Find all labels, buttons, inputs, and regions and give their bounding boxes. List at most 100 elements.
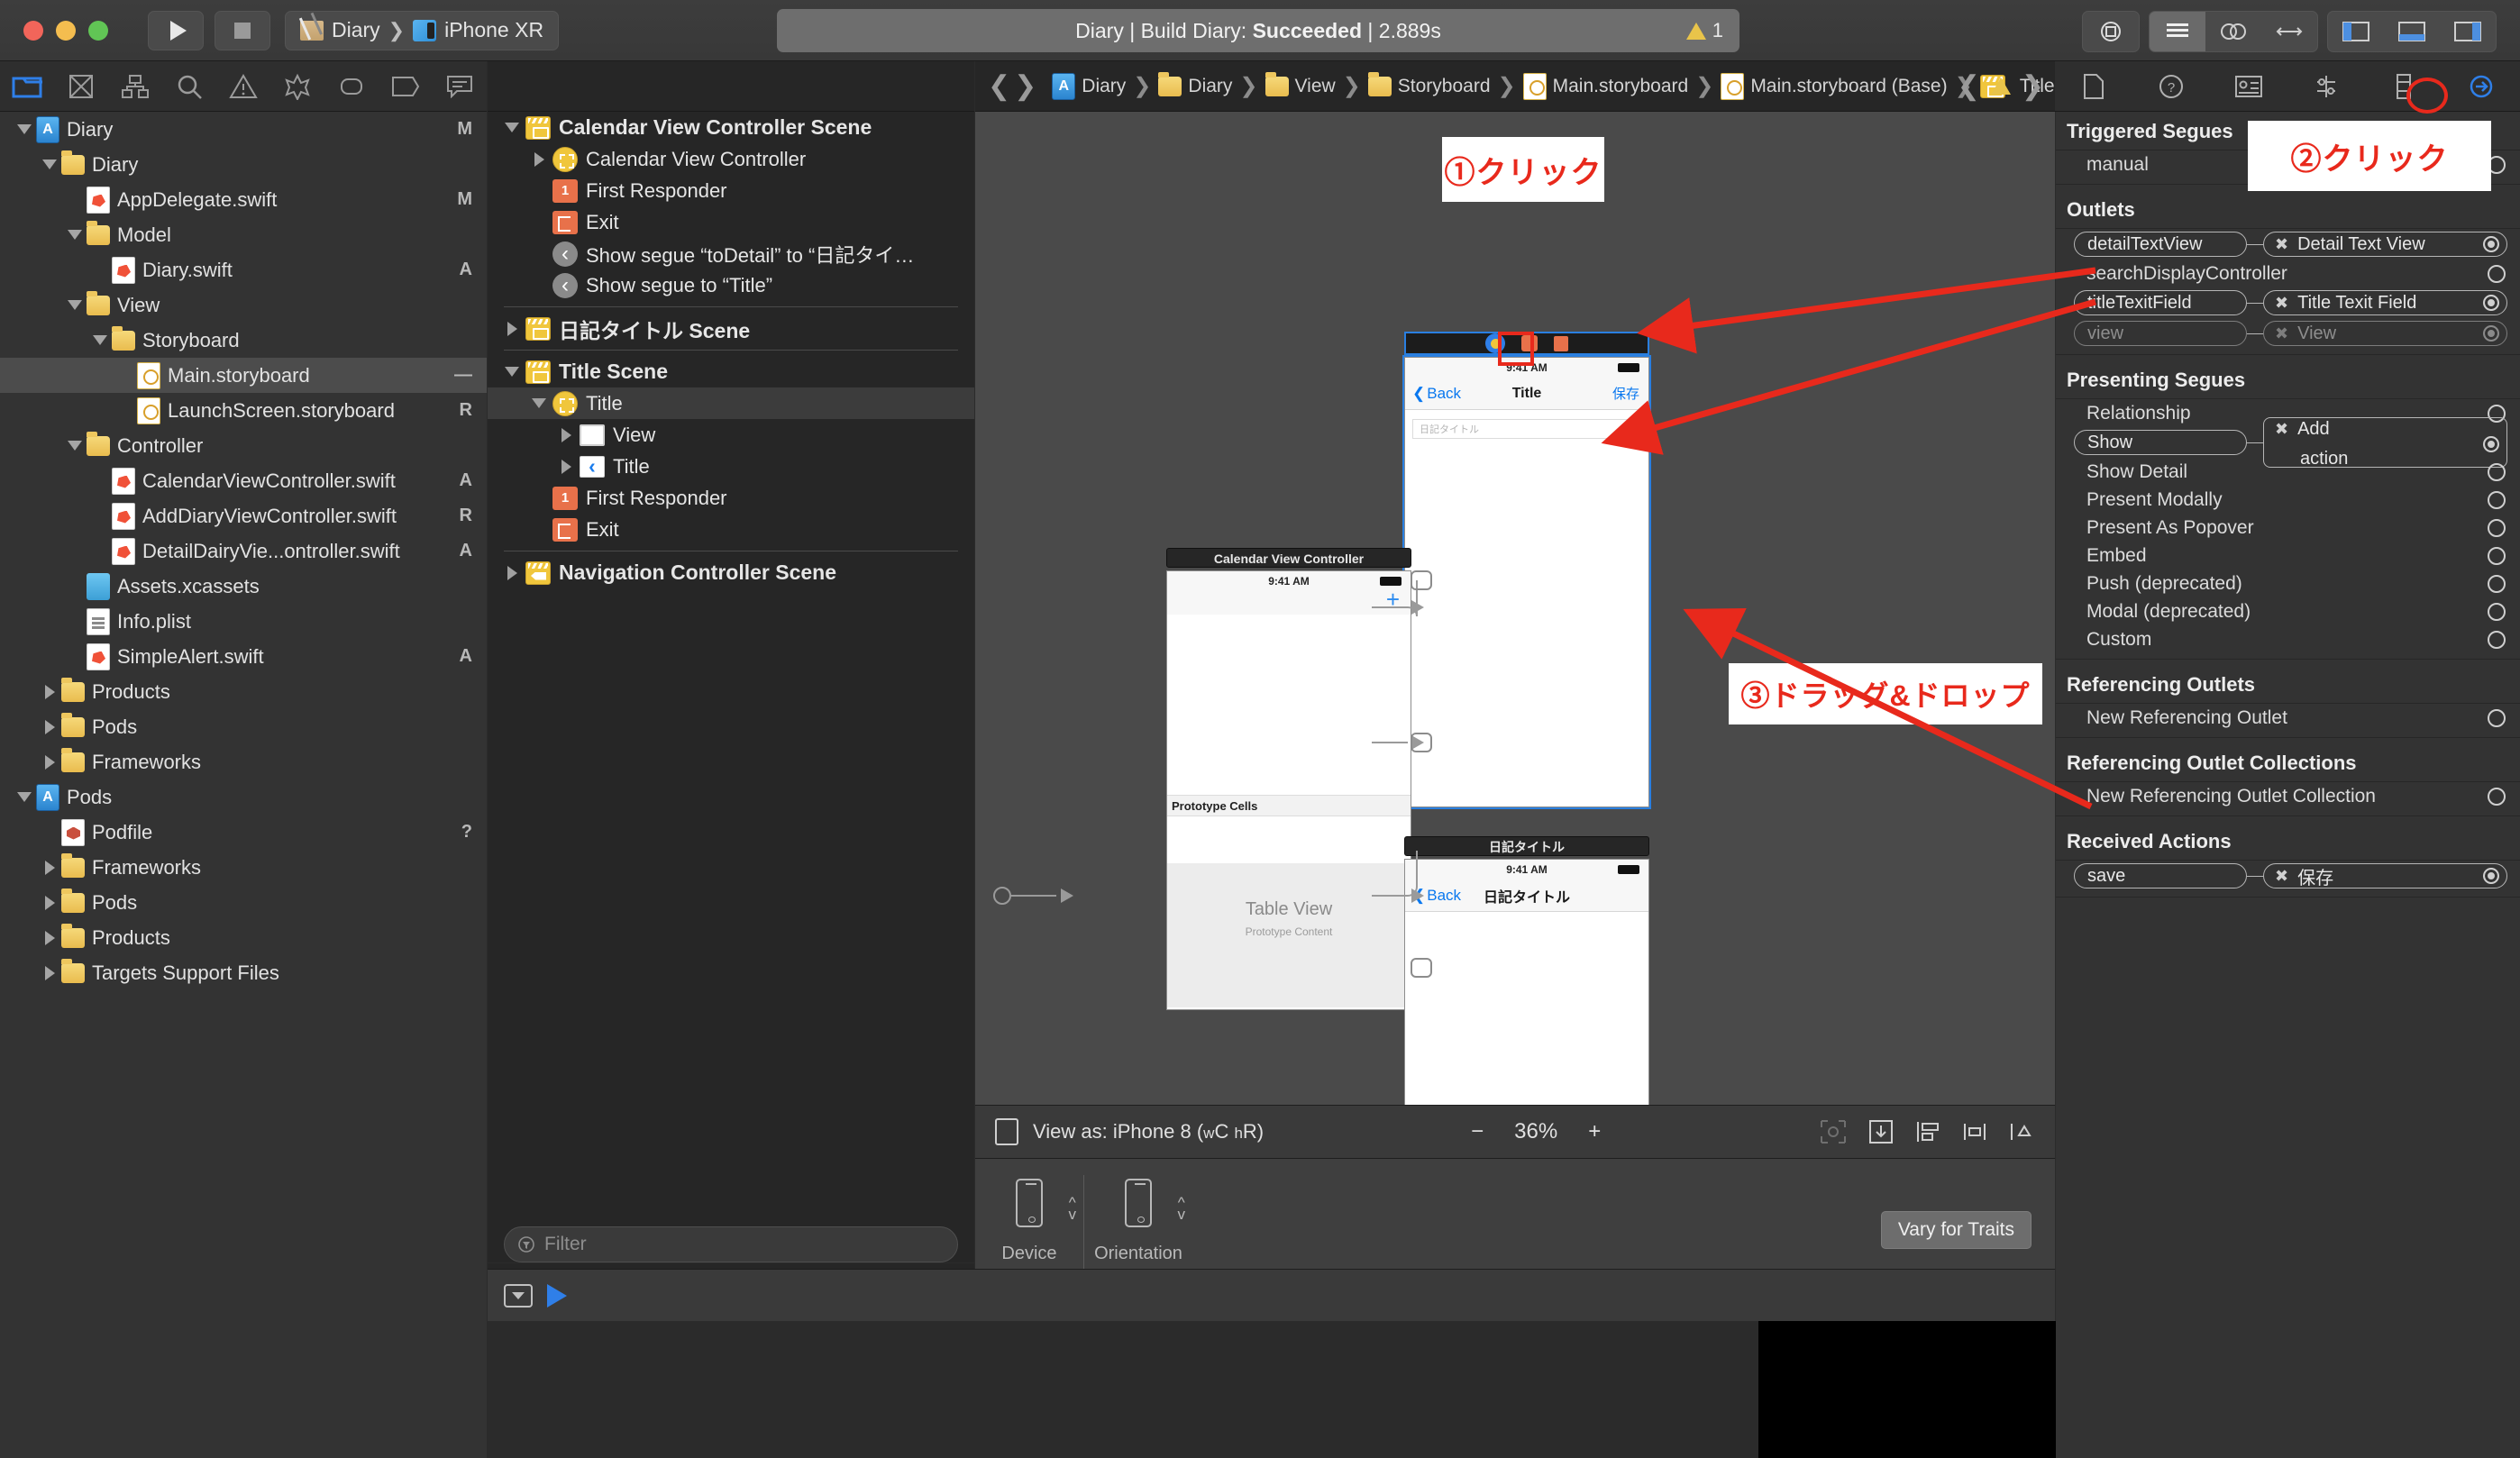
navigator-item-assets-xcassets[interactable]: Assets.xcassets <box>0 569 487 604</box>
outline-item-scene[interactable]: 日記タイトル Scene <box>488 313 974 344</box>
debug-navigator-tab[interactable] <box>324 74 379 99</box>
toggle-navigator-button[interactable] <box>2328 12 2384 51</box>
device-trait-selector[interactable]: ^v Device <box>975 1159 1083 1264</box>
navigator-item-diary-swift[interactable]: Diary.swiftA <box>0 252 487 287</box>
outline-item-first-responder[interactable]: First Responder <box>488 175 974 206</box>
outline-item-title-scene[interactable]: Title Scene <box>488 356 974 387</box>
disclosure-triangle-icon[interactable] <box>498 322 525 336</box>
connection-well[interactable] <box>2488 463 2506 481</box>
disclosure-triangle-icon[interactable] <box>13 112 36 147</box>
run-button[interactable] <box>148 11 204 50</box>
disclosure-triangle-icon[interactable] <box>38 709 61 744</box>
zoom-out-button[interactable]: − <box>1471 1119 1484 1144</box>
connection-source-pill[interactable]: Show <box>2074 430 2247 455</box>
disconnect-icon[interactable]: ✖ <box>2275 420 2288 439</box>
stop-button[interactable] <box>215 11 270 50</box>
connection-well[interactable] <box>2488 575 2506 593</box>
navigator-item-adddiaryviewcontroller-swift[interactable]: AddDiaryViewController.swiftR <box>0 498 487 533</box>
back-arrow-icon[interactable]: ❮ <box>988 73 1010 100</box>
calendar-phone[interactable]: 9:41 AM + Prototype Cells Table View Pro… <box>1166 570 1411 1010</box>
toggle-outline-button[interactable] <box>995 1118 1018 1145</box>
minimize-window-button[interactable] <box>56 21 76 41</box>
navigator-item-model[interactable]: Model <box>0 217 487 252</box>
resolve-issues-icon[interactable] <box>2008 1118 2035 1145</box>
embed-in-icon[interactable] <box>1867 1118 1895 1145</box>
inspector-row[interactable]: New Referencing Outlet Collection <box>2056 782 2520 810</box>
connection-source-pill[interactable]: save <box>2074 863 2247 888</box>
close-window-button[interactable] <box>23 21 43 41</box>
pin-icon[interactable] <box>1961 1118 1988 1145</box>
orientation-stepper[interactable]: ^v <box>1178 1197 1186 1220</box>
project-navigator-tab[interactable] <box>0 74 54 99</box>
prototype-cell-row[interactable] <box>1167 816 1411 863</box>
breadcrumb-item-main-storyboard-base[interactable]: Main.storyboard (Base) <box>1718 73 1949 100</box>
disclosure-triangle-icon[interactable] <box>552 428 580 442</box>
zoom-in-button[interactable]: + <box>1588 1119 1601 1144</box>
disclosure-triangle-icon[interactable] <box>13 779 36 815</box>
disclosure-triangle-icon[interactable] <box>38 744 61 779</box>
activity-status-bar[interactable]: Diary | Build Diary: Succeeded | 2.889s … <box>777 9 1739 52</box>
disclosure-triangle-icon[interactable] <box>88 323 112 358</box>
navigator-item-appdelegate-swift[interactable]: AppDelegate.swiftM <box>0 182 487 217</box>
attributes-inspector-tab[interactable] <box>2287 73 2365 100</box>
previous-issue-icon[interactable]: ❮ <box>1958 73 1980 100</box>
connection-row[interactable]: titleTexitField ✖Title Texit Field <box>2056 287 2520 318</box>
connection-well[interactable] <box>2483 325 2499 342</box>
navigator-item-products[interactable]: Products <box>0 920 487 955</box>
source-control-navigator-tab[interactable] <box>54 73 108 100</box>
toggle-debug-area-button[interactable] <box>2384 12 2440 51</box>
project-navigator[interactable]: DiaryMDiaryAppDelegate.swiftMModelDiary.… <box>0 112 487 1458</box>
standard-editor-button[interactable] <box>2150 12 2205 51</box>
inspector-row[interactable]: Show Detail <box>2056 458 2520 486</box>
connection-well[interactable] <box>2488 603 2506 621</box>
navigator-item-info-plist[interactable]: Info.plist <box>0 604 487 639</box>
test-navigator-tab[interactable] <box>270 73 324 100</box>
disclosure-triangle-icon[interactable] <box>63 287 87 323</box>
connection-target-pill[interactable]: ✖保存 <box>2263 863 2507 888</box>
outline-item-calendar-view-controller[interactable]: Calendar View Controller <box>488 143 974 175</box>
navigator-item-frameworks[interactable]: Frameworks <box>0 850 487 885</box>
outline-item-exit[interactable]: Exit <box>488 514 974 545</box>
title-phone[interactable]: 9:41 AM ❮Back Title 保存 日記タイトル <box>1404 357 1649 807</box>
breadcrumb-item-storyboard[interactable]: Storyboard <box>1365 76 1493 97</box>
disconnect-icon[interactable]: ✖ <box>2275 235 2288 254</box>
navigator-item-main-storyboard[interactable]: Main.storyboard— <box>0 358 487 393</box>
connection-well[interactable] <box>2488 519 2506 537</box>
connection-source-pill[interactable]: titleTexitField <box>2074 290 2247 315</box>
connection-row[interactable]: detailTextView✖Detail Text View <box>2056 229 2520 260</box>
connection-well[interactable] <box>2483 868 2499 884</box>
find-navigator-tab[interactable] <box>162 73 216 100</box>
disclosure-triangle-icon[interactable] <box>498 367 525 377</box>
outline-item-title[interactable]: Title <box>488 451 974 482</box>
back-button[interactable]: ❮Back <box>1412 887 1461 905</box>
connection-well[interactable] <box>2488 491 2506 509</box>
connections-inspector[interactable]: Triggered SeguesmanualOutletsdetailTextV… <box>2056 112 2520 1458</box>
navigator-item-calendarviewcontroller-swift[interactable]: CalendarViewController.swiftA <box>0 463 487 498</box>
scene-diary-title[interactable]: 日記タイトル 9:41 AM ❮Back 日記タイトル <box>1404 836 1649 1105</box>
connection-source-pill[interactable]: detailTextView <box>2074 232 2247 257</box>
disconnect-icon[interactable]: ✖ <box>2275 324 2288 343</box>
storyboard-canvas[interactable]: 9:41 AM ❮Back Title 保存 日記タイトル <box>975 112 2055 1105</box>
outline-item-first-responder[interactable]: First Responder <box>488 482 974 514</box>
disclosure-triangle-icon[interactable] <box>63 217 87 252</box>
navigator-item-pods[interactable]: Pods <box>0 885 487 920</box>
document-outline[interactable]: Calendar View Controller SceneCalendar V… <box>488 112 974 1262</box>
navigator-item-detaildairyvie-ontroller-swift[interactable]: DetailDairyVie...ontroller.swiftA <box>0 533 487 569</box>
exit-dock-icon[interactable] <box>1554 336 1568 351</box>
disclosure-triangle-icon[interactable] <box>38 674 61 709</box>
navigator-item-targets-support-files[interactable]: Targets Support Files <box>0 955 487 990</box>
disclosure-triangle-icon[interactable] <box>38 885 61 920</box>
inspector-row[interactable]: searchDisplayController <box>2056 260 2520 287</box>
breadcrumb-item-diary[interactable]: Diary <box>1049 73 1128 100</box>
connection-source-pill[interactable]: view <box>2074 321 2247 346</box>
assistant-editor-button[interactable] <box>2205 12 2261 51</box>
outline-item-exit[interactable]: Exit <box>488 206 974 238</box>
save-bar-button[interactable]: 保存 <box>1612 384 1639 403</box>
outline-item-navigation-controller-scene[interactable]: Navigation Controller Scene <box>488 557 974 588</box>
connection-well[interactable] <box>2488 709 2506 727</box>
breadcrumb-item-view[interactable]: View <box>1263 76 1338 97</box>
breakpoint-navigator-tab[interactable] <box>379 76 433 97</box>
navigator-item-pods[interactable]: Pods <box>0 779 487 815</box>
connection-target-pill[interactable]: ✖Title Texit Field <box>2263 290 2507 315</box>
scene-calendar[interactable]: Calendar View Controller 9:41 AM + Proto… <box>1166 548 1411 1010</box>
